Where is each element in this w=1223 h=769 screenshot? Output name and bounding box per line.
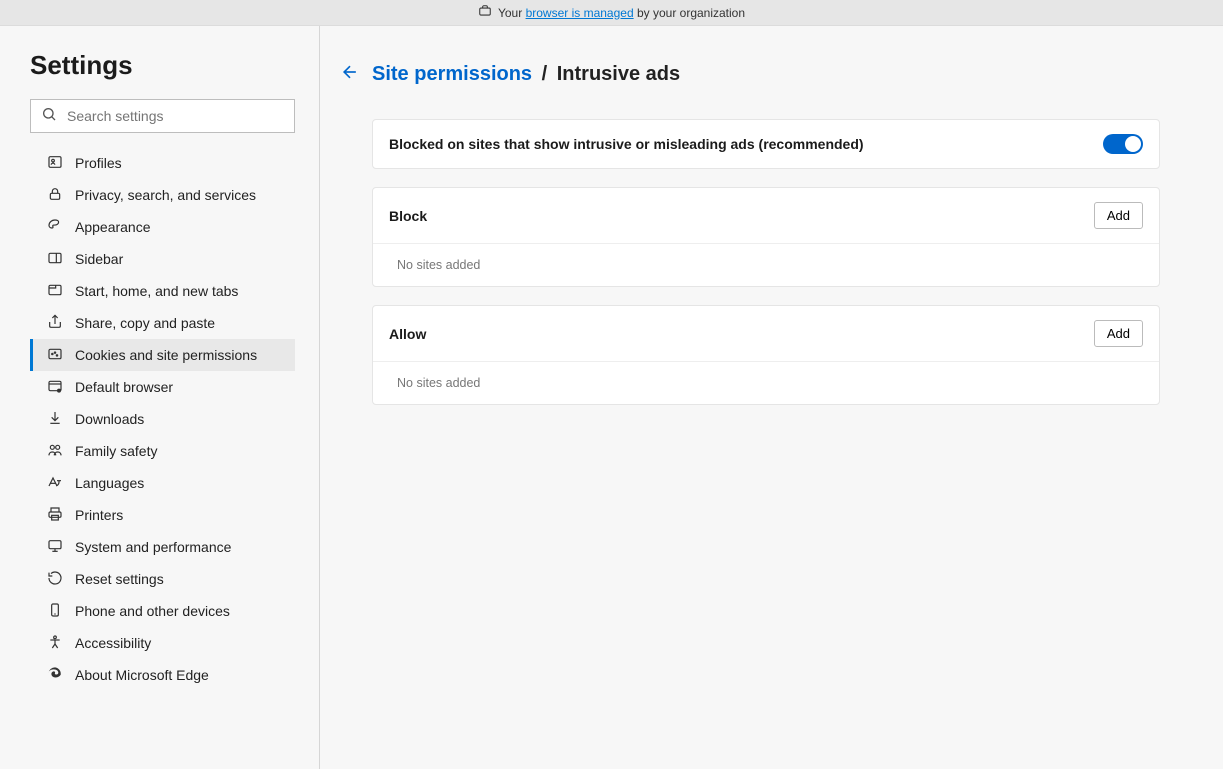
search-icon <box>41 106 57 127</box>
sidebar-item-accessibility[interactable]: Accessibility <box>30 627 295 659</box>
sidebar-item-printers[interactable]: Printers <box>30 499 295 531</box>
allow-empty-text: No sites added <box>373 361 1159 404</box>
sidebar-item-label: Profiles <box>75 155 122 171</box>
sidebar-item-sidebar[interactable]: Sidebar <box>30 243 295 275</box>
sidebar-item-label: Languages <box>75 475 144 491</box>
sidebar-item-phone[interactable]: Phone and other devices <box>30 595 295 627</box>
family-icon <box>47 442 63 461</box>
block-add-button[interactable]: Add <box>1094 202 1143 229</box>
sidebar-item-label: About Microsoft Edge <box>75 667 209 683</box>
monitor-icon <box>47 538 63 557</box>
phone-icon <box>47 602 63 621</box>
sidebar: Settings Profiles Privacy, search, and s… <box>0 26 320 769</box>
printer-icon <box>47 506 63 525</box>
allow-title: Allow <box>389 326 426 342</box>
sidebar-item-start[interactable]: Start, home, and new tabs <box>30 275 295 307</box>
sidebar-item-languages[interactable]: Languages <box>30 467 295 499</box>
settings-nav: Profiles Privacy, search, and services A… <box>30 147 295 691</box>
sidebar-item-family[interactable]: Family safety <box>30 435 295 467</box>
search-box[interactable] <box>30 99 295 133</box>
tab-icon <box>47 282 63 301</box>
lock-icon <box>47 186 63 205</box>
block-section: Block Add No sites added <box>372 187 1160 287</box>
sidebar-item-label: Appearance <box>75 219 151 235</box>
breadcrumb: Site permissions / Intrusive ads <box>340 62 1191 87</box>
sidebar-item-label: Downloads <box>75 411 144 427</box>
sidebar-item-label: Privacy, search, and services <box>75 187 256 203</box>
download-icon <box>47 410 63 429</box>
share-icon <box>47 314 63 333</box>
allow-section: Allow Add No sites added <box>372 305 1160 405</box>
sidebar-item-label: Reset settings <box>75 571 164 587</box>
managed-bar: Your browser is managed by your organiza… <box>0 0 1223 26</box>
sidebar-item-default[interactable]: Default browser <box>30 371 295 403</box>
block-empty-text: No sites added <box>373 243 1159 286</box>
sidebar-item-profiles[interactable]: Profiles <box>30 147 295 179</box>
sidebar-item-label: Accessibility <box>75 635 151 651</box>
sidebar-item-label: Phone and other devices <box>75 603 230 619</box>
blocked-toggle[interactable] <box>1103 134 1143 154</box>
breadcrumb-parent[interactable]: Site permissions <box>372 63 532 85</box>
sidebar-item-label: Cookies and site permissions <box>75 347 257 363</box>
sidebar-item-cookies[interactable]: Cookies and site permissions <box>30 339 295 371</box>
sidebar-item-appearance[interactable]: Appearance <box>30 211 295 243</box>
back-button[interactable] <box>340 62 360 87</box>
sidebar-item-label: Default browser <box>75 379 173 395</box>
managed-text: Your browser is managed by your organiza… <box>498 6 745 20</box>
sidebar-item-share[interactable]: Share, copy and paste <box>30 307 295 339</box>
sidebar-item-label: System and performance <box>75 539 231 555</box>
sidebar-item-label: Start, home, and new tabs <box>75 283 238 299</box>
breadcrumb-current: Intrusive ads <box>557 63 680 85</box>
sidebar-item-downloads[interactable]: Downloads <box>30 403 295 435</box>
setting-label: Blocked on sites that show intrusive or … <box>389 136 864 152</box>
breadcrumb-separator: / <box>542 63 548 85</box>
edge-icon <box>47 666 63 685</box>
block-title: Block <box>389 208 427 224</box>
sidebar-item-reset[interactable]: Reset settings <box>30 563 295 595</box>
toggle-knob <box>1125 136 1141 152</box>
language-icon <box>47 474 63 493</box>
appearance-icon <box>47 218 63 237</box>
reset-icon <box>47 570 63 589</box>
sidebar-item-label: Family safety <box>75 443 157 459</box>
browser-icon <box>47 378 63 397</box>
person-icon <box>47 154 63 173</box>
managed-link[interactable]: browser is managed <box>526 6 634 20</box>
briefcase-icon <box>478 4 492 21</box>
main-content: Site permissions / Intrusive ads Blocked… <box>320 26 1223 769</box>
allow-add-button[interactable]: Add <box>1094 320 1143 347</box>
panel-icon <box>47 250 63 269</box>
sidebar-item-system[interactable]: System and performance <box>30 531 295 563</box>
sidebar-item-label: Sidebar <box>75 251 123 267</box>
sidebar-item-privacy[interactable]: Privacy, search, and services <box>30 179 295 211</box>
sidebar-item-about[interactable]: About Microsoft Edge <box>30 659 295 691</box>
sidebar-item-label: Share, copy and paste <box>75 315 215 331</box>
sidebar-item-label: Printers <box>75 507 123 523</box>
setting-card-blocked: Blocked on sites that show intrusive or … <box>372 119 1160 169</box>
search-input[interactable] <box>57 107 284 125</box>
accessibility-icon <box>47 634 63 653</box>
cookie-icon <box>47 346 63 365</box>
settings-title: Settings <box>30 50 295 81</box>
